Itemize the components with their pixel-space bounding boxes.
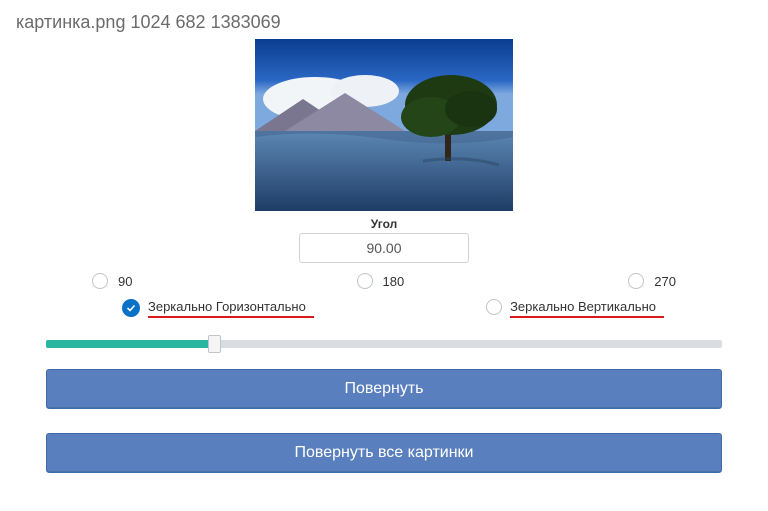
- radio-icon: [486, 299, 502, 315]
- slider-thumb[interactable]: [208, 335, 221, 353]
- preset-label: 270: [654, 274, 676, 289]
- mirror-horizontal[interactable]: Зеркально Горизонтально: [122, 299, 306, 317]
- rotation-slider[interactable]: [46, 333, 722, 355]
- radio-icon: [628, 273, 644, 289]
- preset-180[interactable]: 180: [357, 273, 405, 289]
- mirror-horizontal-label: Зеркально Горизонтально: [148, 299, 306, 314]
- preset-row: 90 180 270: [12, 273, 756, 289]
- rotate-button[interactable]: Повернуть: [46, 369, 722, 409]
- slider-fill: [46, 340, 215, 348]
- file-info: картинка.png 1024 682 1383069: [16, 12, 756, 33]
- file-width: 1024: [130, 12, 170, 32]
- mirror-vertical-label: Зеркально Вертикально: [510, 299, 656, 314]
- radio-icon: [92, 273, 108, 289]
- preset-90[interactable]: 90: [92, 273, 132, 289]
- angle-input[interactable]: [299, 233, 469, 263]
- mirror-vertical[interactable]: Зеркально Вертикально: [486, 299, 656, 317]
- rotate-all-button[interactable]: Повернуть все картинки: [46, 433, 722, 473]
- check-icon: [122, 299, 140, 317]
- preset-270[interactable]: 270: [628, 273, 676, 289]
- image-preview: [255, 39, 513, 211]
- preset-label: 180: [383, 274, 405, 289]
- preset-label: 90: [118, 274, 132, 289]
- file-height: 682: [176, 12, 206, 32]
- file-name: картинка.png: [16, 12, 125, 32]
- angle-label: Угол: [12, 217, 756, 231]
- radio-icon: [357, 273, 373, 289]
- mirror-row: Зеркально Горизонтально Зеркально Вертик…: [12, 299, 756, 317]
- file-size: 1383069: [211, 12, 281, 32]
